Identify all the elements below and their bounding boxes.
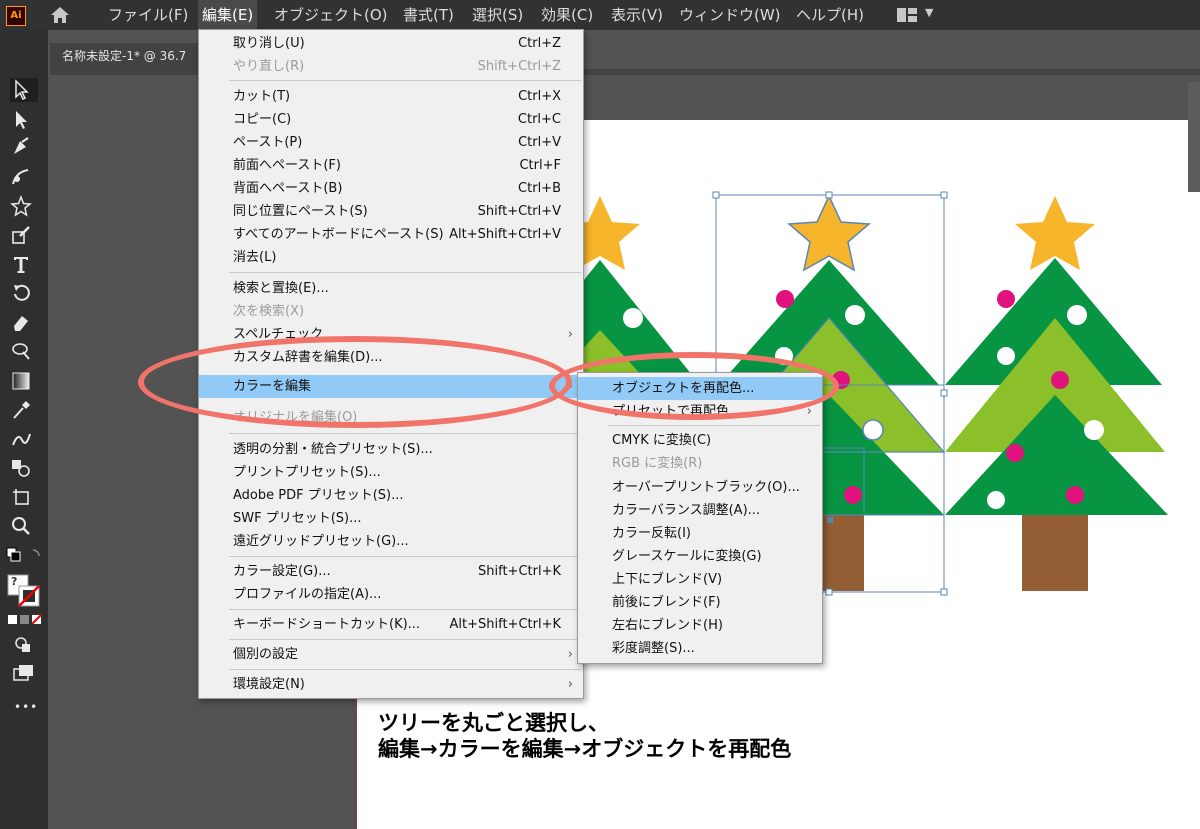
- selection-tool-icon[interactable]: [10, 78, 38, 102]
- chevron-right-icon: ›: [567, 647, 573, 662]
- shape-builder-tool-icon[interactable]: [10, 457, 38, 481]
- direct-selection-tool-icon[interactable]: [10, 108, 38, 132]
- menu-edit[interactable]: 編集(E): [198, 0, 258, 30]
- menu-item-invert-colors[interactable]: カラー反転(I): [578, 522, 822, 545]
- menu-item-cut[interactable]: カット(T) Ctrl+X: [199, 85, 583, 108]
- blend-tool-icon[interactable]: [10, 428, 38, 452]
- curvature-tool-icon[interactable]: [10, 166, 38, 190]
- menu-item-keyboard-shortcuts[interactable]: キーボードショートカット(K)... Alt+Shift+Ctrl+K: [199, 613, 583, 636]
- menu-item-preferences[interactable]: 環境設定(N) ›: [199, 673, 583, 696]
- menu-item-paste[interactable]: ペースト(P) Ctrl+V: [199, 131, 583, 154]
- menu-item-convert-cmyk[interactable]: CMYK に変換(C): [578, 429, 822, 452]
- menu-view[interactable]: 表示(V): [607, 0, 667, 30]
- menu-window[interactable]: ウィンドウ(W): [675, 0, 785, 30]
- rotate-tool-icon[interactable]: [10, 282, 38, 306]
- menu-item-find-replace[interactable]: 検索と置換(E)...: [199, 277, 583, 300]
- screen-mode-icon[interactable]: [12, 663, 36, 683]
- menu-item-print-presets[interactable]: プリントプリセット(S)...: [199, 461, 583, 484]
- annotation-oval-edit-colors: [138, 336, 572, 428]
- menu-type[interactable]: 書式(T): [399, 0, 458, 30]
- app-logo: Ai: [6, 6, 26, 26]
- menu-select[interactable]: 選択(S): [468, 0, 527, 30]
- menu-item-convert-grayscale[interactable]: グレースケールに変換(G): [578, 545, 822, 568]
- menu-item-blend-vertically[interactable]: 上下にブレンド(V): [578, 568, 822, 591]
- menu-item-my-settings[interactable]: 個別の設定 ›: [199, 643, 583, 666]
- menu-item-adjust-color-balance[interactable]: カラーバランス調整(A)...: [578, 499, 822, 522]
- menu-item-pdf-presets[interactable]: Adobe PDF プリセット(S)...: [199, 484, 583, 507]
- zoom-tool-icon[interactable]: [10, 515, 38, 539]
- menu-file[interactable]: ファイル(F): [104, 0, 192, 30]
- menu-item-find-next: 次を検索(X): [233, 304, 305, 319]
- gradient-tool-icon[interactable]: [10, 370, 38, 394]
- annotation-oval-recolor: [549, 352, 839, 420]
- menu-item-color-settings[interactable]: カラー設定(G)... Shift+Ctrl+K: [199, 560, 583, 583]
- caption-line-2: 編集→カラーを編集→オブジェクトを再配色: [378, 737, 792, 761]
- home-icon[interactable]: [50, 6, 70, 24]
- fill-unknown-label: ?: [11, 575, 18, 588]
- menu-item-paste-in-back[interactable]: 背面へペースト(B) Ctrl+B: [199, 177, 583, 200]
- chevron-right-icon: ›: [567, 677, 573, 692]
- lasso-tool-icon[interactable]: [10, 340, 38, 364]
- menu-item-blend-front-to-back[interactable]: 前後にブレンド(F): [578, 591, 822, 614]
- menu-item-swf-presets[interactable]: SWF プリセット(S)...: [199, 507, 583, 530]
- menu-item-flattener-presets[interactable]: 透明の分割・統合プリセット(S)...: [199, 438, 583, 461]
- menu-item-copy[interactable]: コピー(C) Ctrl+C: [199, 108, 583, 131]
- menu-item-redo: やり直し(R) Shift+Ctrl+Z: [233, 59, 561, 74]
- menu-item-overprint-black[interactable]: オーバープリントブラック(O)...: [578, 476, 822, 499]
- pen-tool-icon[interactable]: [10, 136, 38, 160]
- menu-item-perspective-presets[interactable]: 遠近グリッドプリセット(G)...: [199, 530, 583, 553]
- menu-item-convert-rgb: RGB に変換(R): [612, 456, 703, 471]
- color-mode-icons[interactable]: [7, 613, 43, 627]
- shaper-tool-icon[interactable]: [10, 224, 38, 248]
- menu-item-paste-in-place[interactable]: 同じ位置にペースト(S) Shift+Ctrl+V: [199, 200, 583, 223]
- workspace-switcher-icon[interactable]: [897, 8, 917, 22]
- chevron-down-icon[interactable]: ▼: [925, 6, 933, 19]
- menu-item-paste-in-front[interactable]: 前面へペースト(F) Ctrl+F: [199, 154, 583, 177]
- menu-object[interactable]: オブジェクト(O): [270, 0, 392, 30]
- tools-panel: ? •••: [0, 30, 48, 829]
- type-tool-icon[interactable]: [10, 253, 38, 277]
- menu-item-assign-profile[interactable]: プロファイルの指定(A)...: [199, 583, 583, 606]
- menu-item-saturate[interactable]: 彩度調整(S)...: [578, 637, 822, 660]
- artboard-tool-icon[interactable]: [10, 486, 38, 510]
- draw-mode-icon[interactable]: [12, 635, 36, 655]
- menu-item-blend-horizontally[interactable]: 左右にブレンド(H): [578, 614, 822, 637]
- star-tool-icon[interactable]: [10, 194, 38, 219]
- more-tools-icon[interactable]: •••: [14, 700, 38, 714]
- menu-help[interactable]: ヘルプ(H): [792, 0, 868, 30]
- default-colors-icon[interactable]: [5, 546, 41, 566]
- tree-right[interactable]: [945, 196, 1168, 591]
- menu-item-undo[interactable]: 取り消し(U) Ctrl+Z: [199, 32, 583, 55]
- menu-item-paste-all-artboards[interactable]: すべてのアートボードにペースト(S) Alt+Shift+Ctrl+V: [199, 223, 583, 246]
- document-tab[interactable]: 名称未設定-1* @ 36.7: [50, 43, 212, 69]
- menu-item-clear[interactable]: 消去(L): [199, 246, 583, 269]
- menu-effect[interactable]: 効果(C): [537, 0, 597, 30]
- eraser-tool-icon[interactable]: [10, 311, 38, 335]
- chevron-right-icon: ›: [567, 327, 573, 342]
- eyedropper-tool-icon[interactable]: [10, 399, 38, 423]
